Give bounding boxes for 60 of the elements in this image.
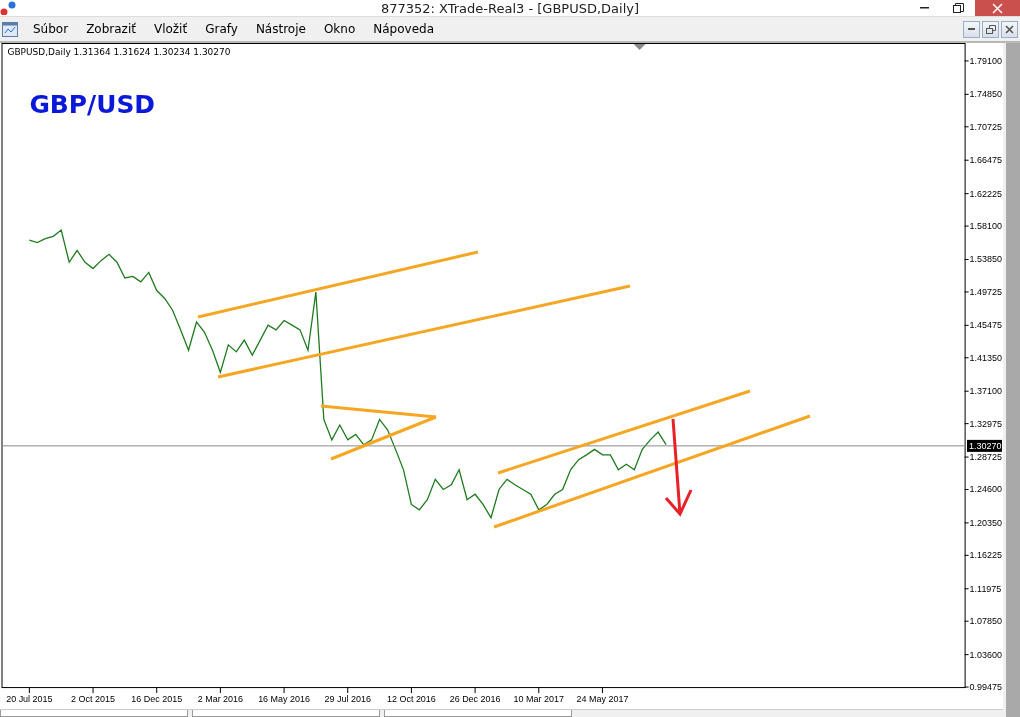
price-label: 1.53850	[969, 254, 1002, 265]
chart-label: GBP/USD	[29, 89, 156, 119]
price-label: 1.45475	[969, 320, 1002, 331]
price-label: 1.16225	[969, 550, 1002, 561]
price-label: 1.07850	[969, 616, 1002, 627]
menu-item[interactable]: Zobraziť	[77, 20, 145, 38]
minimize-icon	[919, 7, 929, 9]
close-button[interactable]	[1001, 20, 1018, 38]
date-label: 16 Dec 2015	[131, 694, 183, 704]
price-label: 1.74850	[969, 89, 1002, 100]
window-title: 877352: XTrade-Real3 - [GBPUSD,Daily]	[379, 0, 641, 16]
date-label: 20 Jul 2015	[6, 694, 53, 704]
price-label: 0.99475	[969, 682, 1002, 693]
menu-item[interactable]: Nápoveda	[364, 20, 443, 38]
close-button[interactable]	[975, 0, 1020, 16]
chart-tab[interactable]	[0, 710, 188, 717]
chart-tab[interactable]	[192, 710, 380, 717]
close-icon	[992, 2, 1003, 14]
menu-item[interactable]: Nástroje	[246, 20, 315, 38]
price-label: 1.41350	[969, 352, 1002, 363]
date-label: 10 Mar 2017	[513, 694, 564, 704]
chart-tab[interactable]	[384, 710, 572, 717]
restore-icon	[952, 2, 964, 14]
restore-icon	[985, 24, 996, 34]
menu-item[interactable]: Vložiť	[144, 20, 197, 38]
price-label: 1.49725	[969, 286, 1002, 297]
shift-marker-icon[interactable]	[633, 44, 646, 50]
current-price-label: 1.30270	[967, 439, 1002, 452]
price-label: 1.79100	[969, 55, 1002, 66]
price-label: 1.11975	[969, 583, 1002, 594]
app-logo-icon	[0, 1, 18, 15]
price-label: 1.37100	[969, 386, 1002, 397]
price-label: 1.28725	[969, 452, 1002, 463]
restore-button[interactable]	[982, 20, 999, 38]
date-label: 2 Oct 2015	[71, 694, 115, 704]
chart-window-icon[interactable]	[2, 21, 18, 37]
menu-item[interactable]: Grafy	[196, 20, 247, 38]
close-icon	[1005, 24, 1014, 34]
date-label: 24 May 2017	[576, 694, 629, 704]
date-label: 29 Jul 2016	[324, 694, 371, 704]
price-label: 1.62225	[969, 188, 1002, 199]
menu-item[interactable]: Súbor	[24, 20, 78, 38]
chart-header: GBPUSD,Daily 1.31364 1.31624 1.30234 1.30270	[7, 46, 231, 57]
minimize-button[interactable]	[963, 20, 980, 38]
price-label: 1.24600	[969, 484, 1002, 495]
down-arrow-drawing[interactable]	[664, 417, 693, 517]
date-label: 12 Oct 2016	[387, 694, 436, 704]
menu-item[interactable]: Okno	[314, 20, 365, 38]
minimize-icon	[968, 28, 975, 30]
price-label: 1.66475	[969, 155, 1002, 166]
date-label: 2 Mar 2016	[197, 694, 244, 704]
price-label: 1.70725	[969, 121, 1002, 132]
price-label: 1.32975	[969, 418, 1002, 429]
price-label: 1.58100	[969, 221, 1002, 232]
price-label: 1.03600	[969, 649, 1002, 660]
trendlines-drawing[interactable]	[197, 250, 811, 529]
scrollbar[interactable]	[1003, 43, 1020, 717]
date-label: 16 May 2016	[258, 694, 310, 704]
date-label: 26 Dec 2016	[449, 694, 501, 704]
price-label: 1.20350	[969, 517, 1002, 528]
